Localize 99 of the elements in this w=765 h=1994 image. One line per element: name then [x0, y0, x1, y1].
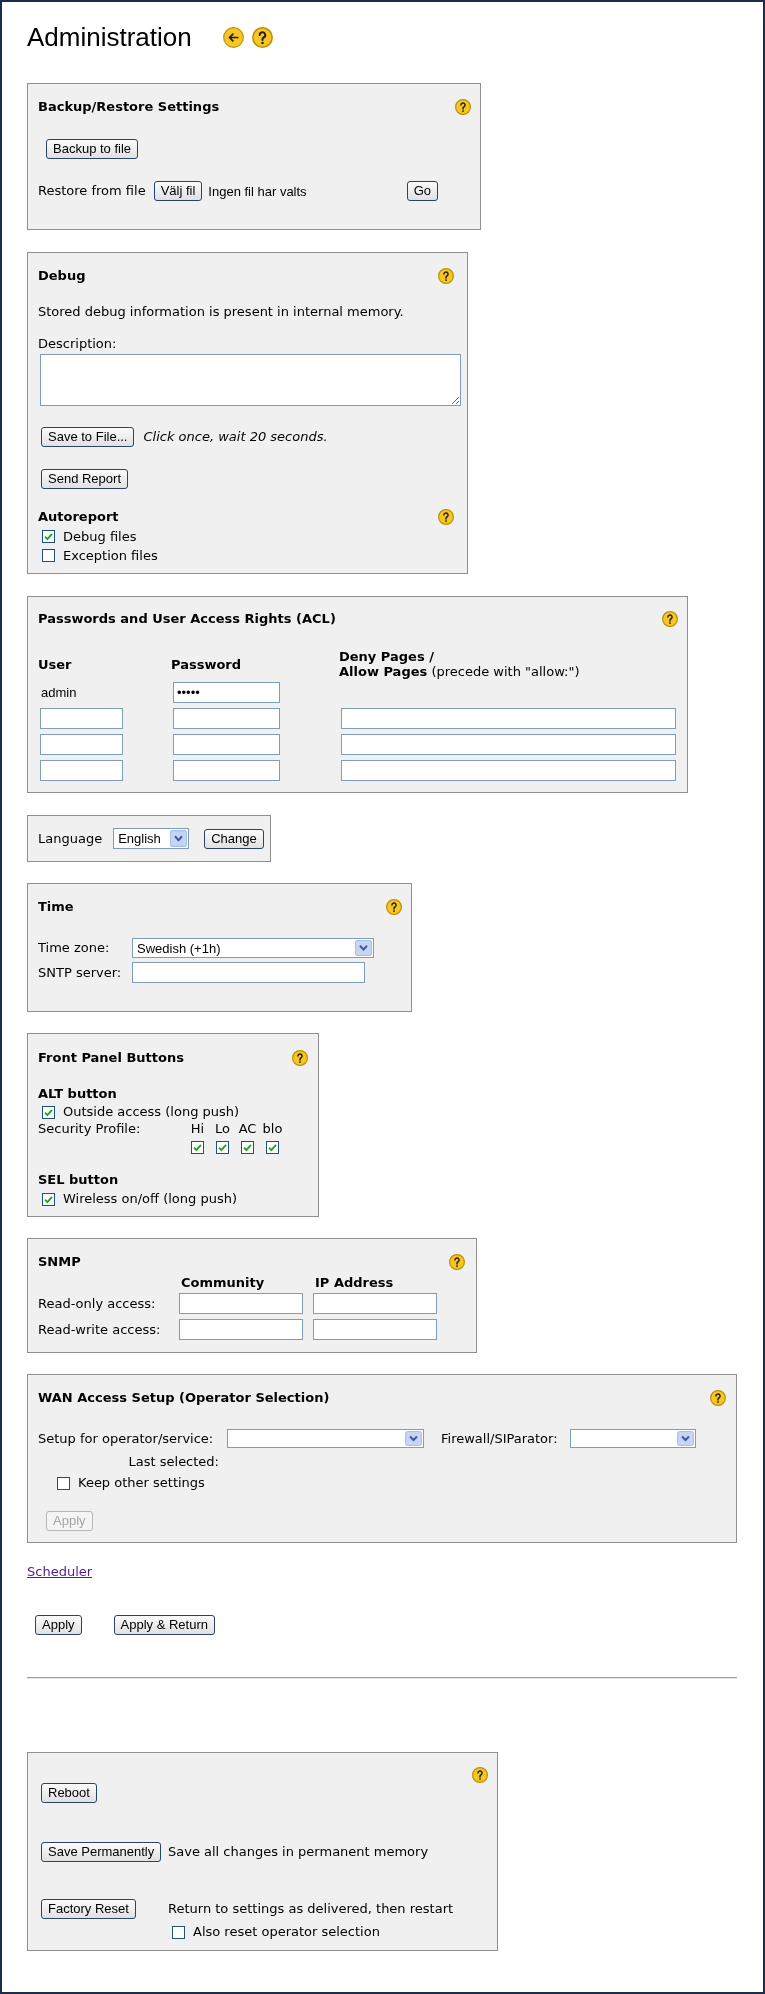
- field-label: Time zone:: [38, 940, 110, 956]
- description-label: Description:: [38, 336, 118, 352]
- field-label: SNTP server:: [38, 964, 122, 981]
- panel-title: Autoreport: [38, 509, 119, 525]
- help-icon[interactable]: [662, 611, 678, 627]
- chevron-down-icon: [676, 1431, 694, 1446]
- checkbox[interactable]: [216, 1141, 229, 1154]
- checkbox[interactable]: [172, 1925, 185, 1939]
- column-heading: Lo: [215, 1121, 230, 1137]
- apply-and-return-button[interactable]: Apply & Return: [113, 1615, 215, 1635]
- column-heading: User: [38, 656, 73, 672]
- save-to-file-button[interactable]: Save to File...: [41, 427, 135, 447]
- help-icon[interactable]: [472, 1767, 488, 1783]
- time-zone-select[interactable]: Swedish (+1h): [132, 938, 374, 958]
- apply-button[interactable]: Apply: [35, 1615, 82, 1635]
- send-report-button[interactable]: Send Report: [41, 469, 128, 489]
- description-field[interactable]: [40, 354, 461, 406]
- field-label: Read-write access:: [38, 1321, 162, 1338]
- help-icon[interactable]: [386, 899, 402, 915]
- scheduler-link[interactable]: Scheduler: [27, 1564, 93, 1580]
- password-field[interactable]: [173, 760, 280, 781]
- help-icon[interactable]: [251, 26, 273, 48]
- factory-reset-button[interactable]: Factory Reset: [41, 1899, 136, 1919]
- hint-text: Click once, wait 20 seconds.: [143, 429, 328, 445]
- chevron-down-icon: [355, 940, 372, 956]
- reboot-button[interactable]: Reboot: [41, 1783, 97, 1803]
- help-icon[interactable]: [438, 509, 454, 525]
- field-label: Last selected:: [127, 1454, 219, 1470]
- column-heading: Password: [171, 656, 243, 672]
- column-heading: Hi: [190, 1121, 205, 1137]
- password-field[interactable]: [173, 734, 280, 755]
- field-label: Language: [38, 830, 103, 847]
- panel-title: WAN Access Setup (Operator Selection): [38, 1390, 330, 1406]
- section-subtitle: ALT button: [38, 1086, 118, 1102]
- user-field[interactable]: [40, 708, 123, 729]
- panel-title: Time: [38, 899, 74, 915]
- column-heading: blo: [262, 1121, 283, 1137]
- field-label: Security Profile:: [38, 1121, 141, 1137]
- community-field[interactable]: [179, 1293, 303, 1314]
- help-icon[interactable]: [449, 1254, 465, 1270]
- save-permanently-button[interactable]: Save Permanently: [41, 1842, 162, 1862]
- ip-address-field[interactable]: [313, 1319, 437, 1340]
- pages-field[interactable]: [341, 760, 676, 781]
- panel-title: Backup/Restore Settings: [38, 99, 220, 115]
- checkbox[interactable]: [241, 1141, 254, 1154]
- language-select[interactable]: English: [113, 828, 190, 849]
- help-icon[interactable]: [438, 268, 454, 284]
- choose-file-button[interactable]: Välj fil: [153, 181, 203, 201]
- column-heading: IP Address: [314, 1275, 395, 1291]
- checkbox-label: Outside access (long push): [63, 1104, 240, 1120]
- column-heading: AC: [238, 1121, 257, 1137]
- checkbox[interactable]: [42, 1192, 55, 1206]
- checkbox-label: Keep other settings: [78, 1475, 205, 1491]
- checkbox[interactable]: [191, 1141, 204, 1154]
- field-label: Read-only access:: [38, 1295, 157, 1312]
- chevron-down-icon: [170, 830, 188, 847]
- info-text: Stored debug information is present in internal memory.: [38, 304, 405, 320]
- ip-address-field[interactable]: [313, 1293, 437, 1314]
- pages-field[interactable]: [341, 734, 676, 755]
- password-field[interactable]: [173, 708, 280, 729]
- panel-title: Debug: [38, 268, 86, 284]
- user-field[interactable]: [40, 734, 123, 755]
- help-icon[interactable]: [710, 1390, 726, 1406]
- panel-title: SNMP: [38, 1254, 81, 1270]
- chevron-down-icon: [405, 1431, 422, 1446]
- checkbox-label: Wireless on/off (long push): [63, 1191, 237, 1207]
- help-icon[interactable]: [455, 99, 471, 115]
- community-field[interactable]: [179, 1319, 303, 1340]
- operator-select[interactable]: [227, 1429, 424, 1448]
- field-label: Setup for operator/service:: [38, 1430, 215, 1447]
- file-status-text: Ingen fil har valts: [208, 183, 307, 200]
- firewall-select[interactable]: [569, 1429, 696, 1448]
- panel-title: Passwords and User Access Rights (ACL): [38, 611, 336, 627]
- help-icon[interactable]: [292, 1050, 308, 1066]
- pages-field[interactable]: [341, 708, 676, 729]
- user-field[interactable]: [40, 760, 123, 781]
- checkbox-label: Debug files: [63, 528, 137, 545]
- user-name-text: admin: [40, 684, 78, 702]
- column-heading: Community: [180, 1275, 266, 1291]
- checkbox[interactable]: [42, 530, 55, 543]
- checkbox[interactable]: [57, 1476, 70, 1490]
- backup-to-file-button[interactable]: Backup to file: [46, 139, 139, 159]
- sntp-server-field[interactable]: [132, 962, 365, 983]
- hint-text: Return to settings as delivered, then restart: [168, 1901, 454, 1917]
- change-button[interactable]: Change: [204, 828, 264, 849]
- field-label: Firewall/SIParator:: [441, 1430, 558, 1447]
- checkbox[interactable]: [266, 1141, 279, 1154]
- section-subtitle: SEL button: [38, 1172, 120, 1188]
- checkbox-label: Also reset operator selection: [193, 1924, 380, 1940]
- checkbox-label: Exception files: [63, 547, 158, 564]
- checkbox[interactable]: [42, 1105, 55, 1119]
- page-title: Administration: [27, 22, 192, 52]
- column-heading: Deny Pages / Allow Pages (precede with "allow:"): [339, 649, 581, 679]
- panel-title: Front Panel Buttons: [38, 1050, 184, 1066]
- hint-text: Save all changes in permanent memory: [168, 1844, 429, 1860]
- restore-label: Restore from file: [38, 183, 146, 199]
- checkbox[interactable]: [42, 549, 55, 562]
- go-button[interactable]: Go: [406, 181, 438, 201]
- password-field[interactable]: •••••: [173, 682, 280, 703]
